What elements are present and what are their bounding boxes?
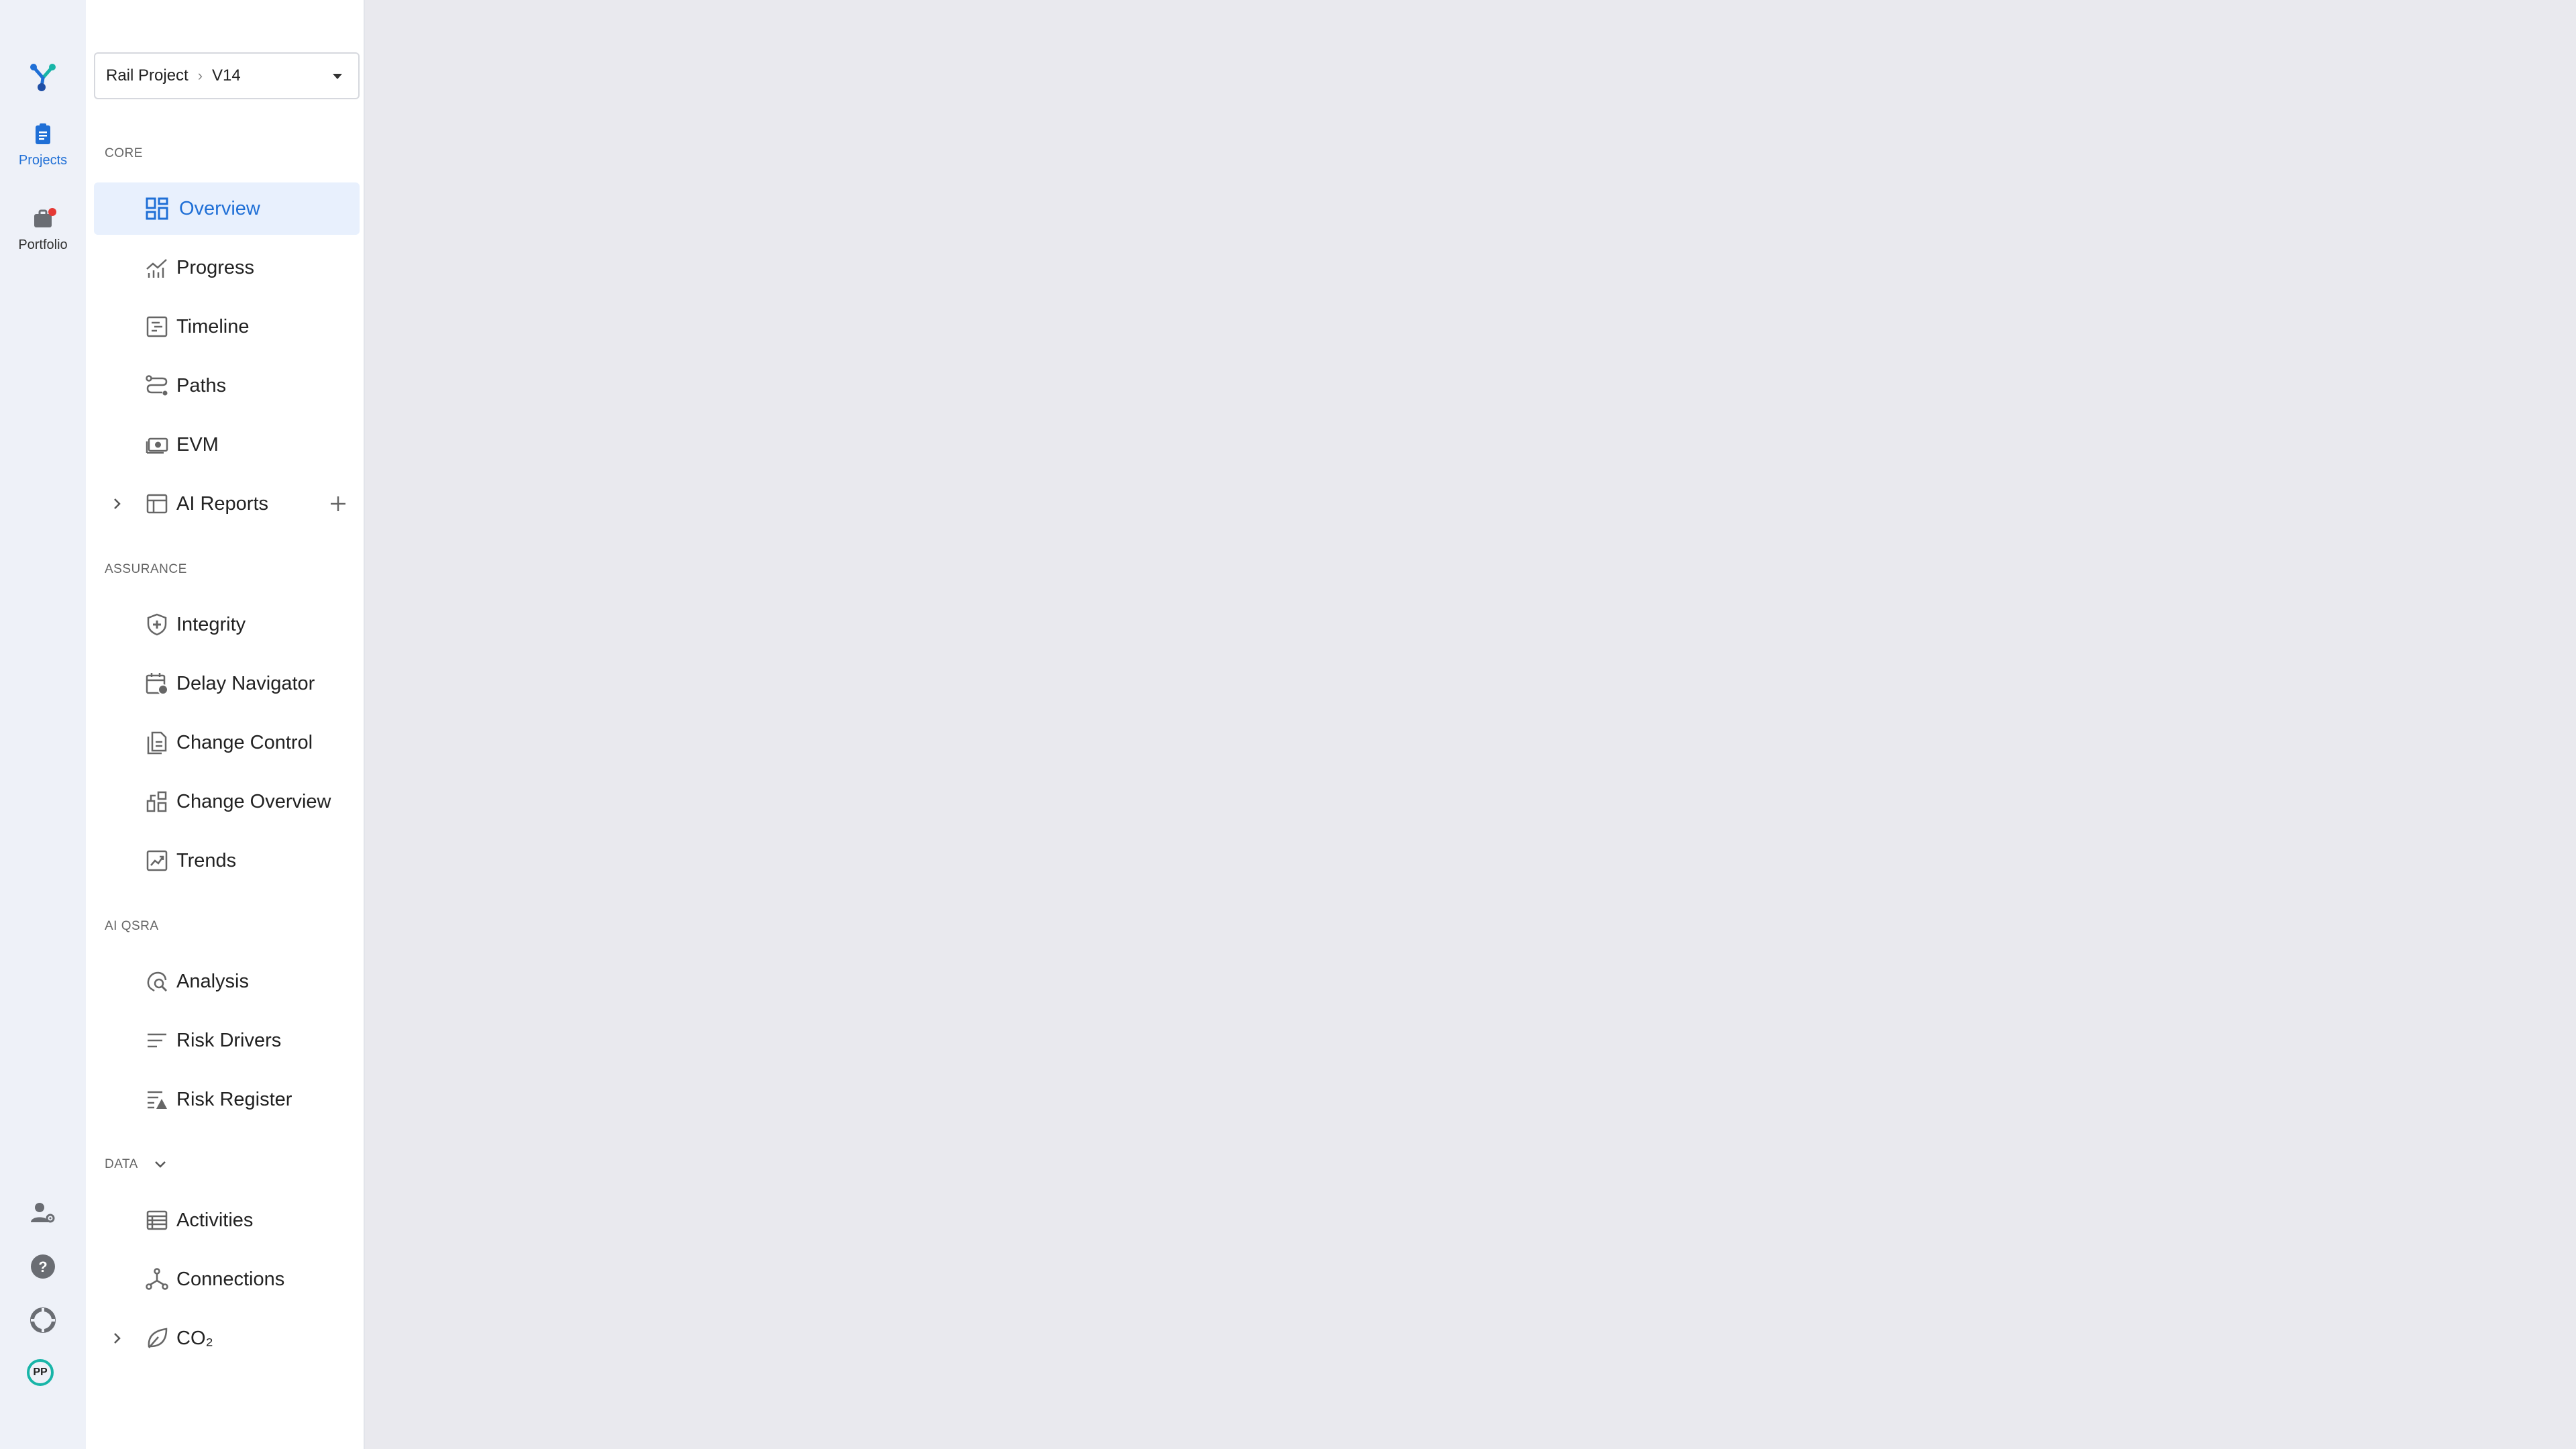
nav-item-trends[interactable]: Trends [94,835,360,887]
nav-item-label: Change Overview [176,790,331,812]
nav-item-label: Paths [176,374,227,396]
add-report-plus-icon[interactable] [329,494,347,513]
main-content-area [365,0,2576,1449]
nav-item-timeline[interactable]: Timeline [94,301,360,353]
nav-item-label: CO₂ [176,1327,213,1349]
rail-projects-label: Projects [18,153,68,168]
section-data-label: DATA [105,1157,138,1171]
timeline-icon [146,316,168,337]
section-core: CORE [105,146,143,160]
nav-item-label: Change Control [176,731,313,753]
nav-item-paths[interactable]: Paths [94,360,360,412]
help-icon[interactable]: ? [30,1253,56,1280]
nav-item-delay-navigator[interactable]: Delay Navigator [94,657,360,710]
nav-item-label: Delay Navigator [176,672,315,694]
briefcase-icon [34,208,56,227]
section-assurance: ASSURANCE [105,562,187,576]
trend-icon [146,850,168,871]
connections-icon [146,1268,168,1290]
app-rail: Projects Portfolio ? PP [0,0,86,1449]
nav-item-progress[interactable]: Progress [94,241,360,294]
nav-item-analysis[interactable]: Analysis [94,955,360,1008]
nav-item-label: Activities [176,1209,254,1231]
project-version-selector[interactable]: Rail Project › V14 [94,52,360,99]
nav-item-label: EVM [176,433,219,455]
rail-projects-button[interactable]: Projects [0,121,86,168]
chevron-down-icon [154,1161,166,1168]
navigation-sidebar: Rail Project › V14 CORE Overview Progres… [86,0,365,1449]
analysis-icon [147,971,168,992]
section-ai-qsra: AI QSRA [105,919,159,933]
calendar-clock-icon [146,673,168,695]
chevron-right-icon[interactable] [110,1331,125,1346]
nav-item-co2[interactable]: CO₂ [94,1312,360,1364]
nav-item-overview[interactable]: Overview [94,182,360,235]
version-name: V14 [212,66,241,85]
progress-chart-icon [146,259,167,278]
shield-icon [147,613,167,636]
leaf-icon [148,1328,168,1348]
lines-icon [148,1033,166,1048]
dashboard-icon [146,197,168,220]
rail-portfolio-button[interactable]: Portfolio [0,205,86,253]
nav-item-label: Overview [179,197,260,219]
nav-item-label: Progress [176,256,255,278]
nav-item-risk-drivers[interactable]: Risk Drivers [94,1014,360,1067]
user-avatar[interactable]: PP [27,1359,54,1386]
nav-item-label: Risk Register [176,1088,292,1110]
nav-item-activities[interactable]: Activities [94,1194,360,1246]
table-icon [146,494,168,514]
chevron-right-icon[interactable] [110,496,125,511]
app-logo-icon[interactable] [27,60,59,93]
section-data-toggle[interactable]: DATA [105,1157,167,1172]
nav-item-label: Integrity [176,613,246,635]
nav-item-risk-register[interactable]: Risk Register [94,1073,360,1126]
breadcrumb-separator-icon: › [197,67,203,84]
notification-dot [48,208,56,216]
nav-item-connections[interactable]: Connections [94,1253,360,1305]
change-overview-icon [146,791,167,812]
nav-item-label: AI Reports [176,492,268,515]
paths-icon [146,375,168,396]
nav-item-integrity[interactable]: Integrity [94,598,360,651]
nav-item-label: Risk Drivers [176,1029,282,1051]
nav-item-label: Timeline [176,315,250,337]
nav-item-change-overview[interactable]: Change Overview [94,775,360,828]
nav-item-ai-reports[interactable]: AI Reports [94,478,360,530]
nav-item-evm[interactable]: EVM [94,419,360,471]
list-table-icon [146,1210,168,1230]
support-lifebuoy-icon[interactable] [30,1307,56,1334]
dropdown-caret-icon [333,74,342,79]
svg-text:?: ? [38,1258,47,1275]
risk-register-icon [148,1091,167,1109]
documents-icon [147,731,167,755]
nav-item-label: Analysis [176,970,249,992]
nav-item-label: Connections [176,1268,285,1290]
clipboard-icon [36,123,50,144]
nav-item-label: Trends [176,849,237,871]
money-icon [146,437,168,454]
user-settings-icon[interactable] [30,1199,56,1226]
rail-portfolio-label: Portfolio [18,237,68,252]
nav-item-change-control[interactable]: Change Control [94,716,360,769]
project-name: Rail Project [106,66,189,85]
